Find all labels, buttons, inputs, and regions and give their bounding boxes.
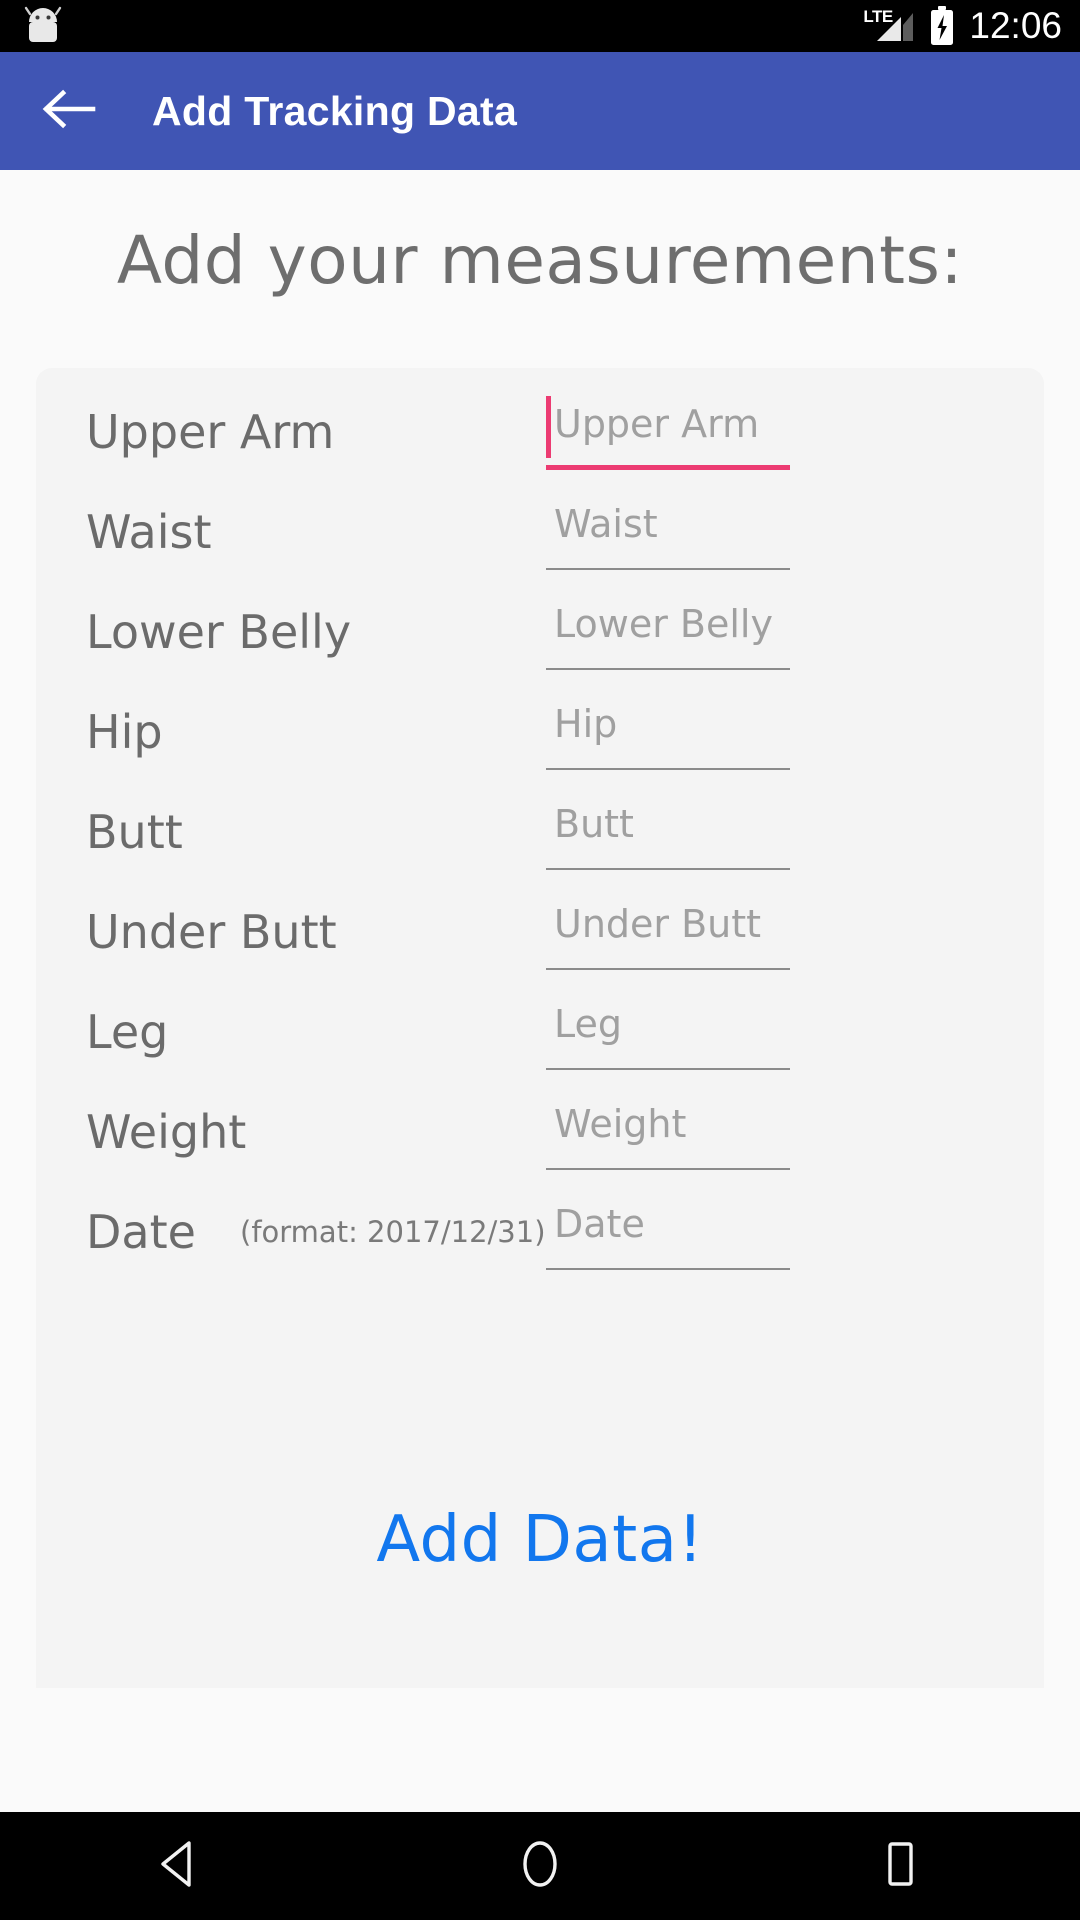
nav-back-button[interactable] — [120, 1812, 240, 1920]
measurement-input[interactable]: Under Butt — [546, 894, 790, 970]
measurement-row: Date (format: 2017/12/31) Date — [36, 1182, 1044, 1282]
measurement-label: Weight — [86, 1105, 247, 1159]
measurement-input-text: Upper Arm — [554, 402, 760, 446]
measurement-format-hint: (format: 2017/12/31) — [240, 1215, 546, 1249]
measurement-input-text: Date — [554, 1202, 645, 1246]
android-nav-bar — [0, 1812, 1080, 1920]
measurement-row: Weight Weight — [36, 1082, 1044, 1182]
measurement-label: Date — [86, 1205, 196, 1259]
input-underline — [546, 768, 790, 770]
battery-charging-icon — [929, 6, 955, 46]
measurement-label: Lower Belly — [86, 605, 352, 659]
measurement-rows: Upper Arm Upper Arm Waist Waist Lower Belly L… — [36, 368, 1044, 1282]
android-logo-icon — [22, 6, 64, 46]
input-underline — [546, 568, 790, 570]
nav-home-circle-icon — [515, 1838, 565, 1894]
measurement-input-text: Leg — [554, 1002, 623, 1046]
measurement-row: Upper Arm Upper Arm — [36, 382, 1044, 482]
back-button[interactable] — [38, 80, 100, 142]
signal-bars-icon: LTE — [863, 5, 915, 47]
measurement-row: Waist Waist — [36, 482, 1044, 582]
app-bar: Add Tracking Data — [0, 52, 1080, 170]
add-data-button[interactable]: Add Data! — [376, 1503, 703, 1577]
measurement-row: Lower Belly Lower Belly — [36, 582, 1044, 682]
measurement-row: Under Butt Under Butt — [36, 882, 1044, 982]
input-underline — [546, 868, 790, 870]
measurement-input-text: Waist — [554, 502, 658, 546]
measurement-label: Under Butt — [86, 905, 337, 959]
input-underline — [546, 1068, 790, 1070]
main-content: Add your measurements: Upper Arm Upper Ar… — [0, 170, 1080, 1840]
measurement-label: Leg — [86, 1005, 169, 1059]
measurement-input[interactable]: Butt — [546, 794, 790, 870]
section-heading: Add your measurements: — [116, 222, 964, 299]
input-underline — [546, 968, 790, 970]
measurement-input-text: Butt — [554, 802, 634, 846]
measurement-input-text: Weight — [554, 1102, 687, 1146]
input-underline — [546, 1268, 790, 1270]
measurement-label: Waist — [86, 505, 212, 559]
input-underline — [546, 668, 790, 670]
measurements-card: Upper Arm Upper Arm Waist Waist Lower Belly L… — [36, 368, 1044, 1688]
measurement-input[interactable]: Lower Belly — [546, 594, 790, 670]
submit-row: Add Data! — [36, 1503, 1044, 1577]
nav-home-button[interactable] — [480, 1812, 600, 1920]
input-underline — [546, 1168, 790, 1170]
measurement-label: Upper Arm — [86, 405, 335, 459]
measurement-input[interactable]: Leg — [546, 994, 790, 1070]
nav-recents-button[interactable] — [840, 1812, 960, 1920]
measurement-row: Butt Butt — [36, 782, 1044, 882]
status-bar-right-group: LTE 12:06 — [863, 0, 1062, 52]
measurement-input[interactable]: Date — [546, 1194, 790, 1270]
measurement-row: Leg Leg — [36, 982, 1044, 1082]
measurement-input-text: Hip — [554, 702, 618, 746]
measurement-row: Hip Hip — [36, 682, 1044, 782]
status-bar-clock: 12:06 — [969, 5, 1062, 46]
measurement-label: Butt — [86, 805, 183, 859]
nav-recents-square-icon — [878, 1838, 922, 1894]
measurement-input[interactable]: Waist — [546, 494, 790, 570]
measurement-input-text: Under Butt — [554, 902, 762, 946]
page-title: Add Tracking Data — [152, 87, 518, 134]
input-underline — [546, 465, 790, 470]
measurement-input[interactable]: Hip — [546, 694, 790, 770]
phone-screen: LTE 12:06 Add Tracking Data Add your mea… — [0, 0, 1080, 1920]
text-caret — [546, 396, 551, 458]
measurement-label: Hip — [86, 705, 163, 759]
back-arrow-icon — [41, 88, 97, 134]
measurement-input[interactable]: Weight — [546, 1094, 790, 1170]
status-bar: LTE 12:06 — [0, 0, 1080, 52]
measurement-input-text: Lower Belly — [554, 602, 773, 646]
nav-back-triangle-icon — [157, 1839, 203, 1893]
measurement-input[interactable]: Upper Arm — [546, 394, 790, 470]
